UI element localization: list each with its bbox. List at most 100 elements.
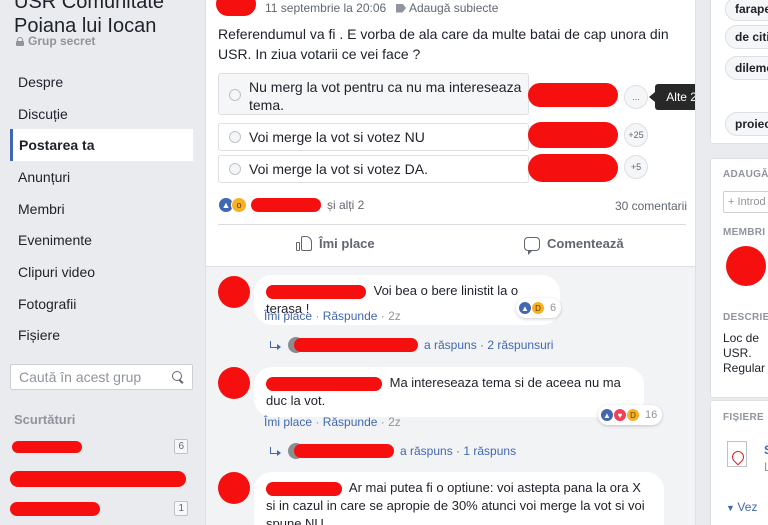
tag-icon [396, 3, 406, 13]
file-subtitle: L [764, 460, 768, 474]
add-topics-button[interactable]: Adaugă subiecte [396, 1, 498, 15]
redacted-replier [294, 444, 394, 458]
shortcut-count: 6 [174, 439, 188, 454]
topic-tag[interactable]: proiec [725, 112, 768, 136]
post-reactions[interactable]: ▲ o și alți 2 [218, 197, 364, 213]
poll-radio[interactable] [229, 89, 241, 101]
topic-tag[interactable]: farape [725, 0, 768, 21]
redacted-shortcut-name [10, 502, 100, 516]
poll-option[interactable]: Voi merge la vot si votez DA. [218, 155, 529, 183]
comment-icon [524, 236, 540, 255]
wow-reaction-icon: o [231, 197, 247, 213]
comments-section: Voi bea o bere linistit la o terasa ! ▲ … [206, 266, 695, 525]
view-replies-link[interactable]: a răspuns · 2 răspunsuri [270, 337, 553, 353]
poll-more-voters[interactable]: ... [624, 85, 648, 109]
redacted-voters [528, 154, 618, 182]
avatar[interactable] [218, 367, 250, 399]
redacted-replier [294, 338, 418, 352]
like-icon [296, 236, 312, 251]
redacted-voters [528, 122, 618, 148]
post-text: Referendumul va fi . E vorba de ala care… [218, 26, 669, 62]
nav-item-membri[interactable]: Membri [10, 193, 193, 225]
see-more-files-link[interactable]: ▼ Vez [726, 500, 757, 516]
poll-option-label: Nu merg la vot pentru ca nu ma interesea… [249, 79, 522, 113]
comment-like-link[interactable]: Îmi place [264, 415, 312, 429]
comment-actions: Îmi place · Răspunde · 2z [264, 309, 401, 323]
voters-tooltip: Alte 244 persoane [649, 84, 695, 110]
post-date[interactable]: 11 septembrie la 20:06 [265, 1, 386, 15]
add-members-heading: ADAUGĂ [723, 169, 768, 180]
redacted-voters [528, 83, 618, 107]
nav-item-despre[interactable]: Despre [10, 66, 193, 98]
comment-time[interactable]: 2z [388, 415, 401, 429]
reply-arrow-icon [270, 447, 282, 456]
comment-reactions[interactable]: ▲ D 6 [516, 298, 562, 318]
redacted-commenter [266, 376, 382, 391]
view-replies-link[interactable]: a răspuns · 1 răspuns [270, 443, 516, 459]
avatar[interactable] [218, 276, 250, 308]
group-nav: Despre Discuție Postarea ta Anunțuri Mem… [10, 66, 193, 351]
comment-reaction-count: 6 [550, 302, 557, 314]
poll-radio[interactable] [229, 163, 241, 175]
comment-actions: Îmi place · Răspunde · 2z [264, 415, 401, 429]
lock-icon [16, 36, 24, 46]
comment-reactions[interactable]: ▲ ♥ D 16 [598, 405, 663, 425]
description-text: Regular [723, 361, 766, 375]
nav-item-clipuri-video[interactable]: Clipuri video [10, 256, 193, 288]
redacted-commenter [266, 481, 342, 496]
comment-time[interactable]: 2z [388, 309, 401, 323]
love-reaction-icon: ♥ [613, 408, 627, 422]
chevron-down-icon: ▼ [726, 503, 738, 513]
description-text: USR. [723, 346, 752, 360]
like-reaction-icon: ▲ [518, 301, 532, 315]
divider [218, 224, 686, 225]
like-reaction-icon: ▲ [600, 408, 614, 422]
right-column: farape de citi dileme proiec ADAUGĂ + In… [710, 0, 768, 525]
nav-item-discutie[interactable]: Discuție [10, 98, 193, 130]
like-button[interactable]: Îmi place [296, 236, 375, 251]
topic-tag[interactable]: dileme [725, 56, 768, 80]
poll-option-label: Voi merge la vot si votez NU [249, 129, 425, 145]
haha-reaction-icon: D [626, 408, 640, 422]
comment-button-label: Comentează [547, 236, 624, 251]
haha-reaction-icon: D [531, 301, 545, 315]
comment-button[interactable]: Comentează [524, 236, 624, 255]
comment-reply-link[interactable]: Răspunde [323, 415, 378, 429]
shortcut-item[interactable]: 6 [10, 438, 190, 456]
poll-more-voters[interactable]: +5 [624, 155, 648, 179]
files-heading: FIȘIERE [723, 412, 764, 423]
redacted-shortcut-name [10, 471, 186, 487]
shortcut-count: 1 [174, 501, 188, 516]
member-avatar[interactable] [726, 246, 766, 286]
avatar[interactable] [218, 472, 250, 504]
see-more-label: Vez [737, 500, 758, 514]
group-search-input[interactable]: Caută în acest grup [10, 364, 193, 390]
topic-tag[interactable]: de citi [725, 25, 768, 49]
poll-option[interactable]: Nu merg la vot pentru ca nu ma interesea… [218, 73, 529, 115]
poll-option-label: Voi merge la vot si votez DA. [249, 161, 428, 177]
search-icon[interactable] [172, 371, 184, 383]
poll-radio[interactable] [229, 131, 241, 143]
shortcuts-heading: Scurtături [14, 412, 76, 427]
nav-item-fotografii[interactable]: Fotografii [10, 288, 193, 320]
nav-item-evenimente[interactable]: Evenimente [10, 224, 193, 256]
pdf-file-icon[interactable] [727, 441, 747, 467]
group-privacy: Grup secret [16, 34, 95, 48]
comment-like-link[interactable]: Îmi place [264, 309, 312, 323]
group-title[interactable]: USR Comunitate Poiana lui Iocan [14, 0, 164, 38]
poll-more-voters[interactable]: +25 [624, 123, 648, 147]
post-header: 11 septembrie la 20:06 Adaugă subiecte [206, 0, 695, 20]
nav-item-postarea-ta[interactable]: Postarea ta [10, 129, 193, 162]
shortcut-item[interactable]: 1 [10, 500, 190, 518]
nav-item-fisiere[interactable]: Fișiere [10, 320, 193, 352]
comment-reply-link[interactable]: Răspunde [323, 309, 378, 323]
description-heading: DESCRIE [723, 312, 768, 323]
description-text: Loc de [723, 331, 760, 345]
comments-count[interactable]: 30 comentarii [615, 199, 687, 213]
comment-reaction-count: 16 [645, 409, 658, 421]
file-name[interactable]: S [764, 443, 768, 458]
shortcut-item[interactable] [10, 470, 190, 488]
add-members-input[interactable]: + Introd [723, 191, 768, 213]
nav-item-anunturi[interactable]: Anunțuri [10, 161, 193, 193]
poll-option[interactable]: Voi merge la vot si votez NU [218, 123, 529, 151]
